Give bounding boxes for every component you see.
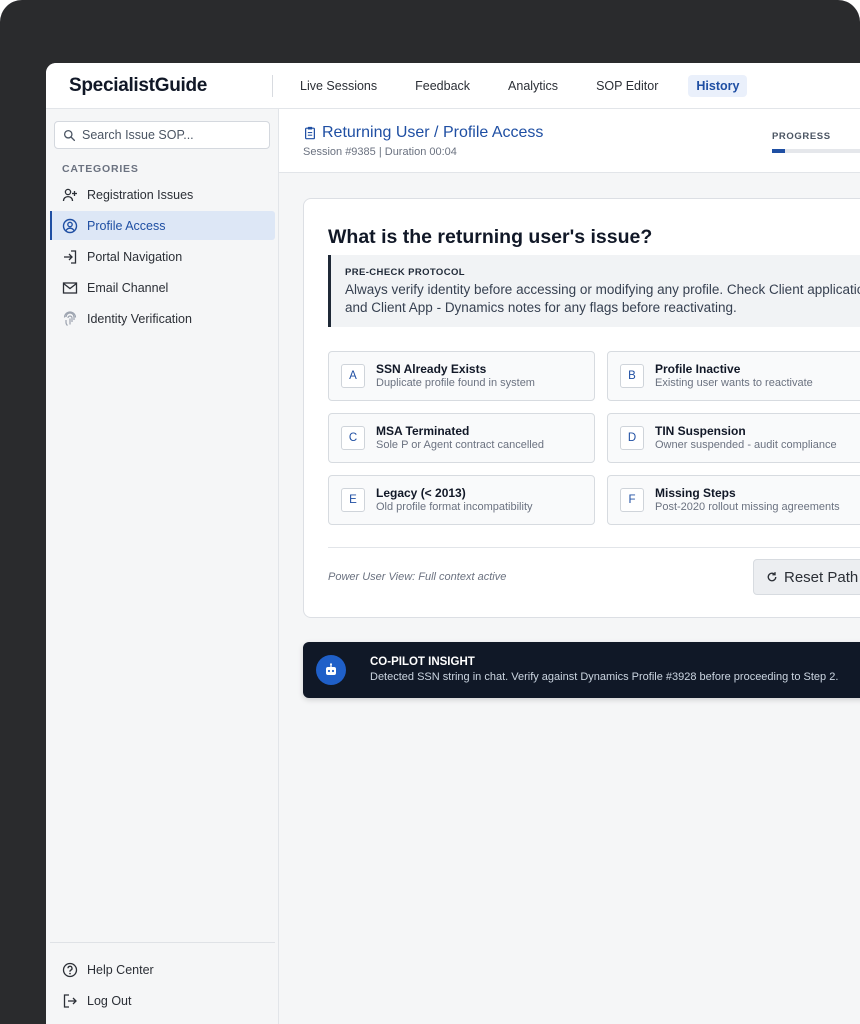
help-icon [62,962,78,977]
option-title: MSA Terminated [376,424,470,438]
option-letter: B [620,364,644,388]
user-plus-icon [62,188,77,201]
issue-card: What is the returning user's issue? PRE-… [303,198,860,618]
sidebar-item-label: Email Channel [87,280,169,295]
main-content: Returning User / Profile Access Session … [279,109,860,1024]
category-list: Registration Issues Profile Access Porta… [50,180,275,335]
sidebar-item-help-center[interactable]: Help Center [50,955,275,984]
search-input[interactable] [82,128,262,142]
sidebar-item-profile-access[interactable]: Profile Access [50,211,275,240]
card-divider [328,547,860,548]
sidebar-item-label: Log Out [87,993,132,1008]
option-title: Profile Inactive [655,362,741,376]
sidebar-item-email-channel[interactable]: Email Channel [50,273,275,302]
option-subtitle: Duplicate profile found in system [376,377,535,389]
option-subtitle: Owner suspended - audit compliance [655,439,837,451]
precheck-title: PRE-CHECK PROTOCOL [345,267,465,278]
session-header: Returning User / Profile Access Session … [279,109,860,173]
progress-fill [772,149,786,153]
nav-feedback[interactable]: Feedback [407,75,478,97]
session-title: Returning User / Profile Access [303,124,543,142]
search-icon [63,129,76,141]
brand-divider [272,75,273,97]
sidebar-item-identity-verification[interactable]: Identity Verification [50,304,275,333]
option-subtitle: Post-2020 rollout missing agreements [655,501,840,513]
question-heading: What is the returning user's issue? [328,226,653,248]
sidebar-item-portal-navigation[interactable]: Portal Navigation [50,242,275,271]
option-letter: A [341,364,365,388]
precheck-callout: PRE-CHECK PROTOCOL Always verify identit… [328,255,860,327]
option-title: TIN Suspension [655,424,746,438]
progress-bar [772,149,860,153]
power-user-note: Power User View: Full context active [328,571,507,583]
option-subtitle: Sole P or Agent contract cancelled [376,439,544,451]
option-letter: E [341,488,365,512]
insight-text: Detected SSN string in chat. Verify agai… [370,671,839,683]
option-c[interactable]: C MSA Terminated Sole P or Agent contrac… [328,413,595,463]
sidebar-item-label: Help Center [87,962,154,977]
option-e[interactable]: E Legacy (< 2013) Old profile format inc… [328,475,595,525]
option-b[interactable]: B Profile Inactive Existing user wants t… [607,351,860,401]
session-title-text: Returning User / Profile Access [322,124,544,141]
progress-label: PROGRESS [772,131,831,142]
robot-icon [316,655,346,685]
main-nav: Live Sessions Feedback Analytics SOP Edi… [292,63,769,109]
option-title: Missing Steps [655,486,736,500]
copilot-insight-banner: CO-PILOT INSIGHT Detected SSN string in … [303,642,860,698]
brand-logo[interactable]: SpecialistGuide [69,75,207,97]
option-letter: D [620,426,644,450]
sidebar: CATEGORIES Registration Issues Profile A… [46,109,279,1024]
session-meta: Session #9385 | Duration 00:04 [303,146,457,158]
precheck-text: Always verify identity before accessing … [345,282,860,315]
option-letter: F [620,488,644,512]
reset-path-label: Reset Path [784,568,859,586]
nav-live-sessions[interactable]: Live Sessions [292,75,385,97]
app-screen: SpecialistGuide Live Sessions Feedback A… [46,63,860,1024]
sidebar-item-registration-issues[interactable]: Registration Issues [50,180,275,209]
fingerprint-icon [63,310,77,326]
option-f[interactable]: F Missing Steps Post-2020 rollout missin… [607,475,860,525]
insight-title: CO-PILOT INSIGHT [370,656,475,668]
option-subtitle: Existing user wants to reactivate [655,377,813,389]
clipboard-icon [305,126,315,140]
sidebar-footer: Help Center Log Out [50,942,275,1017]
refresh-icon [767,572,777,582]
option-title: SSN Already Exists [376,362,487,376]
user-circle-icon [62,218,78,233]
nav-sop-editor[interactable]: SOP Editor [588,75,666,97]
top-bar: SpecialistGuide Live Sessions Feedback A… [46,63,860,109]
reset-path-button[interactable]: Reset Path [753,559,860,595]
option-subtitle: Old profile format incompatibility [376,501,533,513]
mail-icon [62,281,78,294]
login-icon [64,249,77,264]
nav-history[interactable]: History [688,75,748,97]
sidebar-item-label: Profile Access [87,218,166,233]
search-box[interactable] [54,121,270,149]
option-a[interactable]: A SSN Already Exists Duplicate profile f… [328,351,595,401]
sidebar-item-label: Portal Navigation [87,249,183,264]
sidebar-item-label: Registration Issues [87,187,194,202]
option-letter: C [341,426,365,450]
option-d[interactable]: D TIN Suspension Owner suspended - audit… [607,413,860,463]
categories-label: CATEGORIES [62,163,139,175]
sidebar-item-log-out[interactable]: Log Out [50,986,275,1015]
nav-analytics[interactable]: Analytics [500,75,566,97]
option-title: Legacy (< 2013) [376,486,466,500]
sidebar-item-label: Identity Verification [87,311,192,326]
logout-icon [63,993,77,1008]
